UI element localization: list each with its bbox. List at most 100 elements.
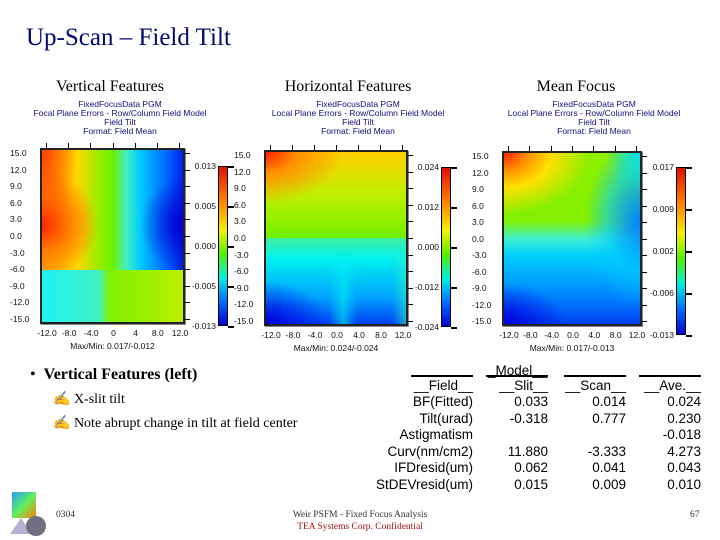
colorbar-tick-label: -0.013 bbox=[191, 321, 216, 331]
table-header-rule bbox=[639, 375, 701, 377]
y-tick-label: 0.0 bbox=[472, 233, 484, 244]
colorbar-tick-label: -0.024 bbox=[414, 322, 439, 332]
x-tick-mark bbox=[270, 145, 271, 150]
y-tick-label: 0.0 bbox=[234, 233, 246, 243]
y-tick-mark bbox=[642, 172, 647, 174]
y-tick-label: -6.0 bbox=[10, 264, 25, 275]
x-tick-label: 4.0 bbox=[588, 330, 601, 340]
x-tick-mark bbox=[112, 143, 114, 148]
colorbar-tick-mark bbox=[451, 167, 457, 169]
x-tick-label: 0.0 bbox=[331, 330, 343, 340]
colorbar-tick-mark bbox=[686, 251, 692, 253]
heatmap-mean bbox=[502, 151, 642, 326]
y-tick-label: 15.0 bbox=[10, 148, 27, 158]
x-tick-label: -8.0 bbox=[523, 330, 538, 340]
y-tick-label: 3.0 bbox=[10, 214, 22, 225]
page-number: 67 bbox=[690, 510, 700, 520]
table-cell: 0.010 bbox=[667, 477, 701, 492]
y-tick-mark bbox=[408, 188, 413, 190]
x-tick-label: 0.0 bbox=[567, 330, 579, 340]
colorbar-tick-label: 0.024 bbox=[417, 162, 439, 172]
column-heading-horizontal: Horizontal Features bbox=[284, 78, 412, 95]
y-tick-mark bbox=[642, 189, 647, 190]
x-tick-mark bbox=[508, 146, 509, 151]
y-tick-label: 12.0 bbox=[234, 166, 251, 177]
colorbar-mean bbox=[676, 167, 686, 335]
y-tick-label: -9.0 bbox=[472, 283, 487, 293]
colorbar-tick-label: -0.006 bbox=[649, 288, 674, 298]
y-tick-mark bbox=[185, 186, 190, 188]
y-tick-mark bbox=[185, 252, 190, 254]
x-tick-mark bbox=[529, 146, 531, 151]
colorbar-tick-mark bbox=[451, 207, 457, 209]
y-tick-mark bbox=[185, 219, 190, 221]
x-tick-mark bbox=[593, 146, 595, 151]
y-tick-label: 9.0 bbox=[472, 184, 484, 194]
y-tick-mark bbox=[185, 269, 190, 271]
x-tick-mark bbox=[46, 143, 47, 148]
pen-hand-icon: ✍ bbox=[53, 416, 71, 431]
maxmin-label: Max/Min: 0.024/-0.024 bbox=[293, 343, 379, 353]
bullet-main: • Vertical Features (left) bbox=[30, 366, 198, 383]
y-tick-label: 15.0 bbox=[234, 150, 251, 160]
colorbar-tick-label: -0.005 bbox=[191, 281, 216, 291]
y-tick-label: -9.0 bbox=[234, 282, 249, 293]
x-tick-label: -12.0 bbox=[261, 330, 281, 340]
heatmap-horizontal bbox=[264, 150, 408, 326]
x-tick-mark bbox=[134, 143, 136, 148]
bullet-main-text: Vertical Features (left) bbox=[43, 366, 198, 383]
y-tick-mark bbox=[642, 156, 647, 157]
y-tick-label: -3.0 bbox=[472, 250, 487, 260]
y-tick-label: 9.0 bbox=[234, 183, 246, 194]
table-cell: 0.024 bbox=[667, 394, 701, 409]
x-tick-mark bbox=[292, 145, 293, 150]
x-tick-mark bbox=[636, 146, 637, 151]
y-tick-label: -12.0 bbox=[234, 299, 254, 310]
y-tick-label: 12.0 bbox=[472, 167, 489, 178]
x-tick-mark bbox=[402, 145, 403, 150]
table-cell: -0.018 bbox=[662, 427, 701, 443]
colorbar-tick-mark bbox=[451, 247, 457, 249]
y-tick-label: 12.0 bbox=[10, 164, 27, 175]
colorbar-tick-label: 0.000 bbox=[194, 241, 216, 251]
x-tick-mark bbox=[314, 145, 315, 150]
colorbar-tick-mark bbox=[686, 209, 692, 211]
x-tick-label: -4.0 bbox=[84, 328, 99, 338]
y-tick-label: 9.0 bbox=[10, 181, 22, 192]
y-tick-mark bbox=[642, 321, 647, 322]
colorbar-tick-label: -0.013 bbox=[649, 330, 674, 340]
y-tick-label: 6.0 bbox=[234, 199, 246, 210]
footer-title: Weir PSFM - Fixed Focus Analysis bbox=[292, 510, 428, 520]
y-tick-label: 15.0 bbox=[472, 151, 489, 161]
x-tick-label: 8.0 bbox=[375, 330, 387, 340]
bullet-sub-2: ✍ Note abrupt change in tilt at field ce… bbox=[53, 415, 297, 432]
pen-hand-icon: ✍ bbox=[53, 392, 71, 407]
y-tick-label: -15.0 bbox=[472, 316, 492, 326]
x-tick-label: -8.0 bbox=[285, 330, 301, 340]
heatmap-vertical bbox=[40, 148, 185, 324]
bullet-sub-text: X-slit tilt bbox=[73, 392, 125, 407]
footer-confidential: TEA Systems Corp. Confidential bbox=[297, 522, 423, 532]
x-tick-label: 8.0 bbox=[609, 330, 622, 340]
table-header: __Slit__ bbox=[499, 378, 548, 393]
y-tick-label: -15.0 bbox=[234, 316, 254, 326]
tea-logo-icon bbox=[8, 492, 46, 536]
y-tick-mark bbox=[408, 304, 413, 306]
y-tick-label: 6.0 bbox=[472, 200, 484, 211]
y-tick-mark bbox=[642, 238, 647, 240]
table-row-label: Astigmatism bbox=[399, 427, 473, 443]
x-tick-label: 4 bbox=[133, 328, 139, 338]
colorbar-tick-label: 0.005 bbox=[194, 201, 216, 211]
y-tick-mark bbox=[408, 155, 413, 156]
bullet-sub-1: ✍ X-slit tilt bbox=[53, 391, 125, 408]
x-tick-mark bbox=[179, 143, 180, 148]
bullet-sub-text: Note abrupt change in tilt at field cent… bbox=[73, 416, 298, 431]
y-tick-label: -6.0 bbox=[234, 266, 249, 277]
page-code: 0304 bbox=[56, 510, 75, 520]
colorbar-tick-label: 0.012 bbox=[417, 202, 439, 212]
x-tick-mark bbox=[90, 143, 92, 148]
y-tick-label: -3.0 bbox=[10, 247, 25, 258]
colorbar-tick-mark bbox=[686, 167, 692, 169]
table-cell: 0.230 bbox=[667, 410, 701, 426]
y-tick-label: 6.0 bbox=[10, 197, 22, 208]
